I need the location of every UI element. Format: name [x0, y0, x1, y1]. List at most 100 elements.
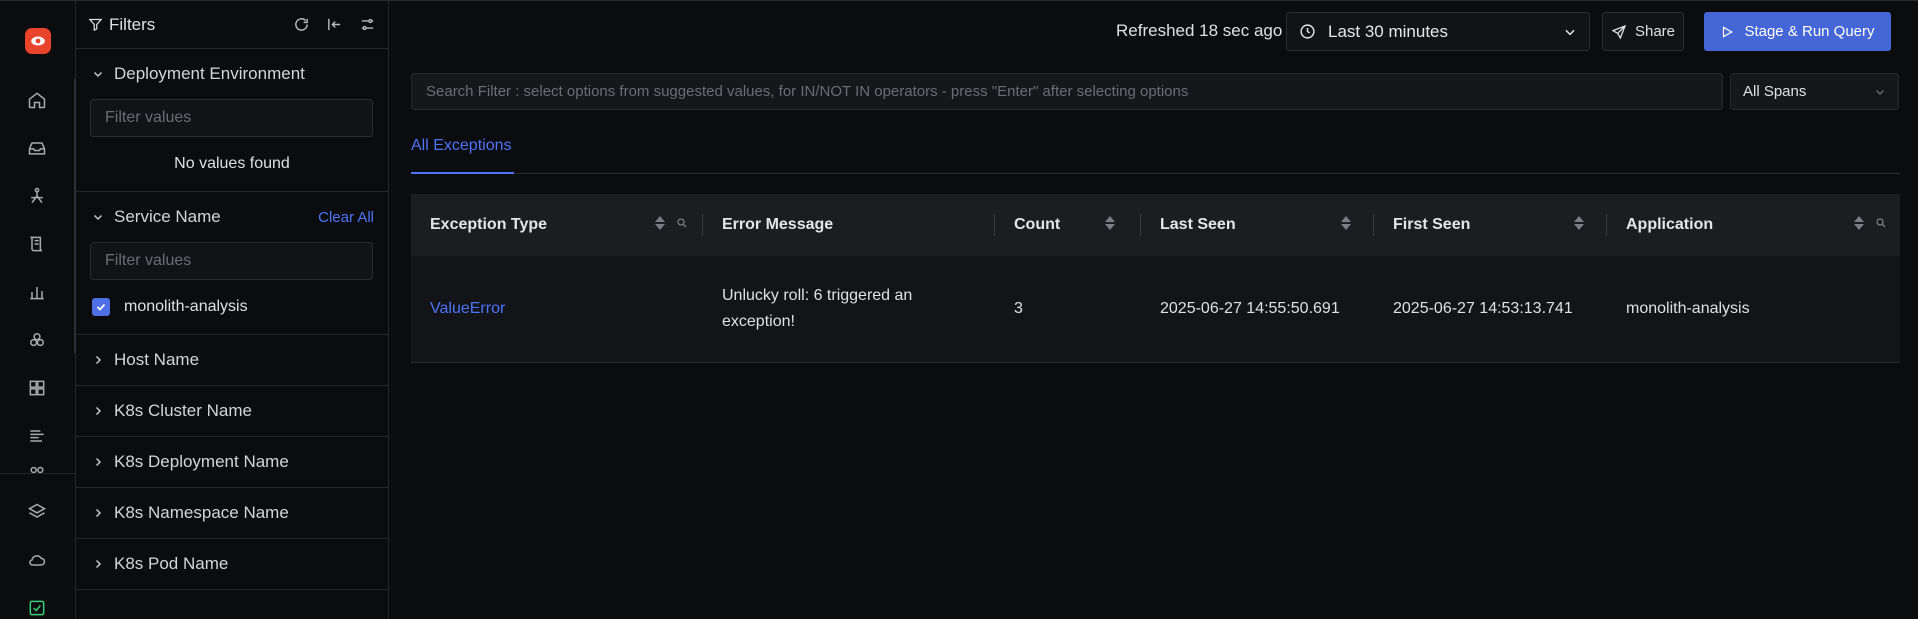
rail-divider	[0, 473, 76, 474]
section-label: K8s Namespace Name	[114, 503, 289, 522]
column-label: Error Message	[722, 216, 834, 233]
column-header-application[interactable]: Application	[1607, 194, 1900, 256]
section-label: Deployment Environment	[114, 64, 305, 83]
chevron-down-icon	[92, 211, 106, 223]
section-header-k8s-pod-name[interactable]: K8s Pod Name	[76, 539, 388, 589]
section-k8s-cluster-name: K8s Cluster Name	[76, 386, 388, 437]
service-option-label: monolith-analysis	[124, 298, 248, 315]
collapse-panel-icon[interactable]	[326, 16, 343, 33]
home-icon[interactable]	[24, 87, 50, 113]
nav-rail	[0, 1, 76, 619]
chevron-right-icon	[92, 456, 106, 468]
section-header-host-name[interactable]: Host Name	[76, 335, 388, 385]
column-label: First Seen	[1393, 216, 1471, 233]
table-header: Exception Type Error Message Count Last …	[411, 194, 1900, 256]
section-header-service-name[interactable]: Service Name Clear All	[76, 192, 388, 242]
first-seen-cell: 2025-06-27 14:53:13.741	[1393, 300, 1573, 317]
app-root: Filters Deployment Environment No values…	[0, 0, 1918, 619]
section-service-name: Service Name Clear All monolith-analysis	[76, 192, 388, 335]
count-cell: 3	[1014, 300, 1023, 317]
checklist-icon[interactable]	[24, 595, 50, 619]
column-search-icon[interactable]	[1875, 217, 1887, 229]
send-icon	[1611, 24, 1627, 40]
service-name-filter-input[interactable]	[90, 242, 373, 280]
spans-select-value: All Spans	[1743, 83, 1807, 100]
spans-select[interactable]: All Spans	[1730, 73, 1899, 110]
column-header-first-seen[interactable]: First Seen	[1374, 194, 1607, 256]
metrics-icon[interactable]	[24, 279, 50, 305]
logo[interactable]	[25, 28, 51, 54]
infrastructure-icon[interactable]	[24, 327, 50, 353]
time-range-select[interactable]: Last 30 minutes	[1286, 12, 1590, 51]
sort-icon[interactable]	[1105, 216, 1115, 230]
tab-all-exceptions[interactable]: All Exceptions	[411, 127, 514, 174]
clock-icon	[1300, 24, 1315, 39]
clear-all-link[interactable]: Clear All	[318, 209, 374, 226]
filters-header: Filters	[76, 1, 388, 49]
exceptions-table: Exception Type Error Message Count Last …	[411, 194, 1900, 363]
dashboards-icon[interactable]	[24, 375, 50, 401]
stage-run-query-button[interactable]: Stage & Run Query	[1704, 12, 1891, 51]
sort-icon[interactable]	[1341, 216, 1351, 230]
sort-icon[interactable]	[1574, 216, 1584, 230]
section-label: Service Name	[114, 207, 221, 226]
inbox-icon[interactable]	[24, 135, 50, 161]
column-header-error-message: Error Message	[703, 194, 995, 256]
share-button[interactable]: Share	[1602, 12, 1684, 51]
section-deployment-environment: Deployment Environment No values found	[76, 49, 388, 192]
cloud-integrations-icon[interactable]	[24, 547, 50, 573]
refresh-icon[interactable]	[293, 16, 310, 33]
deployment-env-filter-input[interactable]	[90, 99, 373, 137]
column-label: Last Seen	[1160, 216, 1236, 233]
sort-icon[interactable]	[655, 216, 665, 230]
layers-icon[interactable]	[24, 499, 50, 525]
logs-icon[interactable]	[24, 231, 50, 257]
top-bar: Refreshed 18 sec ago Last 30 minutes Sha…	[389, 1, 1918, 61]
section-k8s-deployment-name: K8s Deployment Name	[76, 437, 388, 488]
filters-actions	[293, 16, 376, 33]
error-message-cell: Unlucky roll: 6 triggered an exception!	[722, 287, 913, 330]
run-query-label: Stage & Run Query	[1744, 23, 1875, 40]
checkbox-checked[interactable]	[92, 298, 110, 316]
column-search-icon[interactable]	[676, 217, 688, 229]
refreshed-status: Refreshed 18 sec ago	[1116, 21, 1283, 40]
play-icon	[1723, 25, 1734, 38]
chevron-right-icon	[92, 354, 106, 366]
section-label: K8s Deployment Name	[114, 452, 289, 471]
filters-title-text: Filters	[109, 14, 156, 34]
check-icon	[96, 303, 106, 311]
filters-panel: Filters Deployment Environment No values…	[76, 1, 389, 619]
filter-settings-icon[interactable]	[359, 16, 376, 33]
column-header-count[interactable]: Count	[995, 194, 1141, 256]
messaging-queues-icon[interactable]	[24, 423, 50, 449]
section-header-k8s-deployment-name[interactable]: K8s Deployment Name	[76, 437, 388, 487]
exception-type-link[interactable]: ValueError	[411, 296, 703, 322]
search-filter-input[interactable]	[411, 73, 1723, 110]
section-label: K8s Pod Name	[114, 554, 229, 573]
eye-logo-icon	[31, 36, 45, 46]
share-label: Share	[1634, 23, 1676, 40]
tab-bar: All Exceptions	[411, 127, 1900, 174]
section-header-deployment-environment[interactable]: Deployment Environment	[76, 49, 388, 99]
filter-icon	[88, 18, 103, 32]
column-label: Exception Type	[430, 216, 548, 233]
chevron-down-icon	[92, 68, 106, 80]
column-label: Count	[1014, 216, 1061, 233]
section-label: Host Name	[114, 350, 200, 369]
section-label: K8s Cluster Name	[114, 401, 252, 420]
chevron-right-icon	[92, 558, 106, 570]
traces-icon[interactable]	[24, 183, 50, 209]
chevron-down-icon	[1876, 89, 1884, 95]
sort-icon[interactable]	[1854, 216, 1864, 230]
time-range-value: Last 30 minutes	[1328, 21, 1449, 41]
section-header-k8s-namespace-name[interactable]: K8s Namespace Name	[76, 488, 388, 538]
filters-title: Filters	[88, 15, 293, 35]
section-header-k8s-cluster-name[interactable]: K8s Cluster Name	[76, 386, 388, 436]
table-body: ValueError Unlucky roll: 6 triggered an …	[411, 256, 1900, 363]
column-header-exception-type[interactable]: Exception Type	[411, 194, 703, 256]
last-seen-cell: 2025-06-27 14:55:50.691	[1160, 300, 1340, 317]
section-k8s-pod-name: K8s Pod Name	[76, 539, 388, 590]
service-option-row[interactable]: monolith-analysis	[76, 280, 388, 334]
no-values-message: No values found	[174, 155, 290, 172]
column-header-last-seen[interactable]: Last Seen	[1141, 194, 1374, 256]
